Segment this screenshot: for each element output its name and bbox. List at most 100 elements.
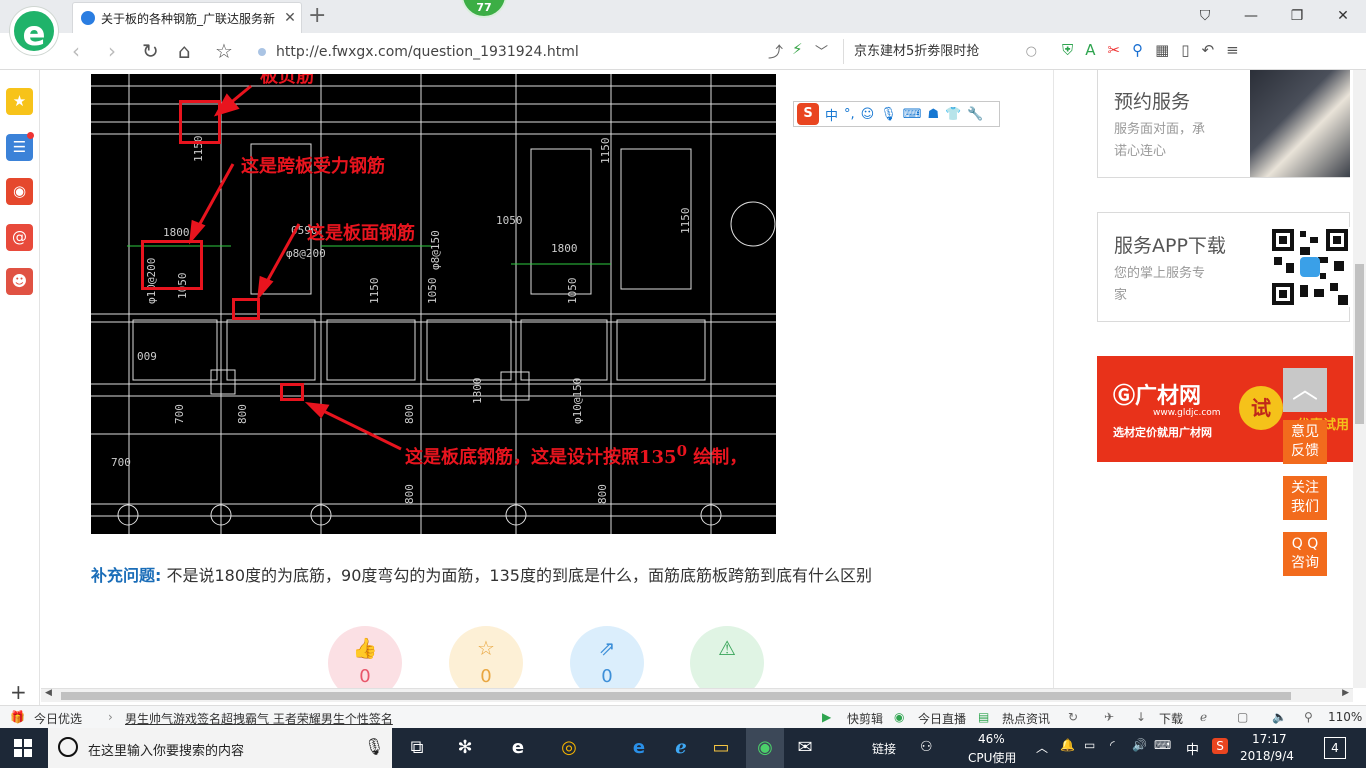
appointment-card[interactable]: 预约服务 服务面对面，承 诺心连心: [1097, 70, 1350, 178]
live-icon[interactable]: ◉: [894, 710, 904, 724]
ie-mode-icon[interactable]: ↻: [1068, 710, 1078, 724]
scissors-icon[interactable]: ✂: [1108, 41, 1121, 59]
wrench-icon[interactable]: 🔧: [967, 107, 983, 122]
share-icon[interactable]: ⤴: [768, 41, 783, 62]
follow-button[interactable]: 关注 我们: [1283, 476, 1327, 520]
magnifier-icon[interactable]: ⚲: [1132, 41, 1143, 59]
search-input[interactable]: 京东建材5折劵限时抢 ○: [843, 39, 1045, 64]
star-icon[interactable]: ☆: [215, 39, 233, 63]
mail-icon[interactable]: @: [6, 224, 33, 251]
user-icon[interactable]: ☗: [928, 107, 940, 122]
add-sidebar-icon[interactable]: +: [10, 680, 27, 704]
vertical-scroll-thumb[interactable]: [1355, 264, 1364, 424]
like-button[interactable]: 👍 0: [328, 626, 402, 688]
ime-lang[interactable]: 中: [825, 105, 838, 124]
clock-date[interactable]: 2018/9/4: [1240, 749, 1294, 763]
horizontal-scroll-thumb[interactable]: [61, 692, 1291, 700]
ime-indicator[interactable]: 中: [1186, 739, 1199, 758]
wifi-icon[interactable]: ◜: [1110, 738, 1115, 752]
task-view-icon[interactable]: ⧉: [404, 735, 430, 761]
kuaijian-icon[interactable]: ▶: [822, 710, 831, 724]
qq-consult-button[interactable]: Q Q 咨询: [1283, 532, 1327, 576]
microphone-icon[interactable]: 🎙: [880, 107, 897, 122]
home-icon[interactable]: ⌂: [178, 39, 191, 63]
restore-icon[interactable]: ❐: [1274, 0, 1320, 33]
mail-taskbar-icon[interactable]: ✉: [792, 735, 818, 761]
minimize-icon[interactable]: —: [1228, 0, 1274, 33]
browser-logo[interactable]: e: [10, 7, 58, 55]
search-icon[interactable]: ○: [1026, 39, 1037, 64]
gift-icon[interactable]: 🎁: [10, 710, 25, 724]
active-browser-icon[interactable]: ◉: [746, 728, 784, 768]
microphone-icon[interactable]: 🎙: [364, 737, 384, 756]
windows-start-icon[interactable]: [14, 739, 33, 758]
hot-news-link[interactable]: 热点资讯: [1002, 710, 1050, 727]
hot-news-icon[interactable]: ▤: [978, 710, 989, 724]
taskbar-search-input[interactable]: 在这里输入你要搜索的内容 🎙: [48, 728, 392, 768]
site-info-icon[interactable]: [258, 47, 266, 56]
sogou-tray-icon[interactable]: S: [1212, 738, 1228, 754]
undo-icon[interactable]: ↶: [1202, 41, 1215, 59]
scroll-left-icon[interactable]: ◀: [45, 688, 52, 698]
share-button[interactable]: ⇗ 0: [570, 626, 644, 688]
feedback-button[interactable]: 意见 反馈: [1283, 420, 1327, 464]
pin-icon[interactable]: ✈: [1104, 710, 1114, 724]
window-icon[interactable]: ▢: [1237, 710, 1248, 724]
back-to-top-icon[interactable]: ︿: [1283, 368, 1327, 412]
shield-icon[interactable]: ⛨: [1062, 41, 1073, 59]
scroll-right-icon[interactable]: ▶: [1342, 688, 1349, 698]
zoom-icon[interactable]: ⚲: [1304, 710, 1313, 724]
chevron-down-icon[interactable]: ﹀: [815, 41, 828, 60]
battery-icon[interactable]: ▭: [1084, 738, 1095, 752]
sogou-icon[interactable]: S: [797, 103, 819, 125]
file-explorer-icon[interactable]: ▭: [708, 735, 734, 761]
links-toolbar[interactable]: 链接: [872, 740, 896, 757]
edge-taskbar-icon[interactable]: e: [626, 735, 652, 761]
apps-icon[interactable]: ▦: [1155, 41, 1169, 59]
new-tab-icon[interactable]: +: [308, 3, 326, 28]
fan-app-icon[interactable]: ✻: [452, 735, 478, 761]
weibo-icon[interactable]: ◉: [6, 178, 33, 205]
live-link[interactable]: 今日直播: [918, 710, 966, 727]
today-picks-link[interactable]: 今日优选: [34, 710, 82, 727]
clock-time[interactable]: 17:17: [1252, 732, 1287, 746]
browser-tab[interactable]: 关于板的各种钢筋_广联达服务新 ✕: [72, 2, 302, 33]
chevron-up-icon[interactable]: ︿: [1036, 739, 1048, 756]
horizontal-scrollbar[interactable]: ◀ ▶: [41, 688, 1353, 702]
forward-icon[interactable]: ›: [108, 39, 116, 63]
download-icon[interactable]: ↓: [1136, 710, 1146, 724]
people-icon[interactable]: ⚇: [920, 739, 933, 755]
back-icon[interactable]: ‹: [72, 39, 80, 63]
action-center-icon[interactable]: 4: [1324, 737, 1346, 759]
speed-badge[interactable]: 77: [461, 0, 507, 18]
kuaijian-link[interactable]: 快剪辑: [847, 710, 883, 727]
browser-e-icon[interactable]: e: [505, 735, 531, 761]
360-icon[interactable]: ◎: [556, 735, 582, 761]
translate-icon[interactable]: A: [1085, 41, 1095, 59]
emoji-icon[interactable]: ☺: [861, 107, 875, 122]
favorites-icon[interactable]: ★: [6, 88, 33, 115]
menu-icon[interactable]: ≡: [1226, 41, 1239, 59]
zoom-level[interactable]: 110%: [1328, 710, 1362, 724]
refresh-icon[interactable]: ↻: [142, 39, 159, 63]
download-link[interactable]: 下载: [1159, 710, 1183, 727]
close-window-icon[interactable]: ✕: [1320, 0, 1366, 33]
edge-icon[interactable]: ℯ: [1200, 710, 1207, 724]
favorite-button[interactable]: ☆ 0: [449, 626, 523, 688]
phone-icon[interactable]: ▯: [1181, 41, 1189, 59]
skin-icon[interactable]: ⛉: [1182, 0, 1228, 33]
keyboard-icon[interactable]: ⌨: [903, 107, 922, 122]
vertical-scrollbar[interactable]: [1353, 70, 1366, 688]
notification-bell-icon[interactable]: 🔔: [1060, 738, 1075, 752]
lightning-icon[interactable]: ⚡: [792, 40, 803, 58]
volume-icon[interactable]: 🔈: [1272, 710, 1287, 724]
app-download-card[interactable]: 服务APP下载 您的掌上服务专 家: [1097, 212, 1350, 322]
tab-close-icon[interactable]: ✕: [279, 10, 301, 26]
skin-shirt-icon[interactable]: 👕: [945, 107, 961, 122]
ime-punct[interactable]: °,: [844, 107, 855, 122]
volume-tray-icon[interactable]: 🔊: [1132, 738, 1147, 752]
news-ticker-link[interactable]: 男生帅气游戏签名超拽霸气 王者荣耀男生个性签名: [125, 710, 393, 727]
ie-taskbar-icon[interactable]: ℯ: [668, 735, 694, 761]
game-icon[interactable]: ☻: [6, 268, 33, 295]
url-field[interactable]: http://e.fwxgx.com/question_1931924.html: [258, 39, 840, 64]
